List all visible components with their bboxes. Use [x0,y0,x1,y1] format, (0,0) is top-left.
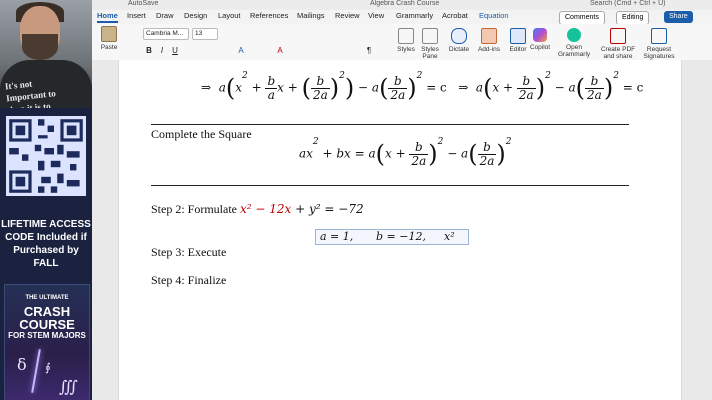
coeff-b: b = −12, [376,230,426,243]
step-2-line: Step 2: Formulate x² − 12x + y² = −72 [151,202,364,217]
lightning-decoration [31,349,41,393]
coeff-x2: x² [444,230,455,243]
title-bar: AutoSave Algebra Crash Course Search (Cm… [92,0,712,10]
editor-icon [510,28,526,44]
equation-input-box[interactable]: a = 1, b = −12, x² [315,229,469,245]
divider-bottom [151,185,629,186]
underline-button[interactable]: U [170,46,180,56]
font-color-button[interactable]: A [275,46,285,56]
home-ribbon: Paste Cambria M... 13 B I U A A ¶ Styles… [92,24,712,67]
styles-pane-button[interactable]: Styles Pane [419,28,441,60]
tab-layout[interactable]: Layout [218,11,241,20]
book-subtitle: THE ULTIMATE [25,295,69,301]
search-box[interactable]: Search (Cmd + Ctrl + U) [590,0,665,7]
editor-button[interactable]: Editor [508,28,528,53]
webcam-feed: It's not Important to than it is to [0,0,92,108]
divider-top [151,124,629,125]
bold-button[interactable]: B [144,46,154,56]
font-size-select[interactable]: 13 [192,28,218,40]
word-window: AutoSave Algebra Crash Course Search (Cm… [92,0,712,400]
styles-pane-icon [422,28,438,44]
share-button[interactable]: Share [664,11,693,23]
coeff-a: a = 1, [320,230,354,243]
paragraph-marks-button[interactable]: ¶ [364,46,374,56]
microphone-icon [451,28,467,44]
tab-references[interactable]: References [250,11,288,20]
comments-button[interactable]: Comments [559,11,605,25]
integral-symbol-icon: ∭ [59,377,78,396]
tab-draw[interactable]: Draw [156,11,174,20]
document-canvas: ⇒ a(x2 + bax + (b 2a)2) − a(b 2a)2 = c ⇒ a… [92,60,712,400]
book-cover: THE ULTIMATE CRASH COURSE FOR STEM MAJOR… [4,284,90,400]
book-title: CRASH COURSE [19,304,75,332]
formula-decoration-icon: ∮ [45,361,51,374]
request-signatures-button[interactable]: Request Signatures [640,28,678,60]
add-ins-button[interactable]: Add-ins [477,28,501,53]
book-tagline: FOR STEM MAJORS [8,331,86,340]
tab-insert[interactable]: Insert [127,11,146,20]
italic-button[interactable]: I [157,46,167,56]
step-4-label: Step 4: Finalize [151,273,227,287]
copilot-icon [533,28,547,42]
pdf-icon [610,28,626,44]
document-page[interactable]: ⇒ a(x2 + bax + (b 2a)2) − a(b 2a)2 = c ⇒ a… [118,60,682,400]
step-3-label: Step 3: Execute [151,245,227,259]
copilot-button[interactable]: Copilot [529,28,551,51]
tab-home[interactable]: Home [97,11,118,23]
tab-acrobat[interactable]: Acrobat [442,11,468,20]
qr-code-icon [6,116,86,196]
delta-symbol-icon: δ [17,355,27,374]
editing-button[interactable]: Editing [616,11,650,25]
clipboard-icon [101,26,117,42]
grammarly-icon [567,28,581,42]
tab-equation[interactable]: Equation [479,11,509,20]
text-effects-button[interactable]: A [236,46,246,56]
tab-design[interactable]: Design [184,11,207,20]
paste-button[interactable]: Paste [98,26,120,51]
document-title: Algebra Crash Course [370,0,440,7]
dictate-button[interactable]: Dictate [448,28,470,53]
promo-sidebar: It's not Important to than it is to LIFE… [0,0,92,400]
lifetime-access-promo: LIFETIME ACCESS CODE Included if Purchas… [1,219,91,269]
equation-line-1[interactable]: ⇒ a(x2 + bax + (b 2a)2) − a(b 2a)2 = c ⇒ a… [201,71,643,102]
heading-complete-square: Complete the Square [151,127,252,141]
tab-review[interactable]: Review [335,11,360,20]
equation-complete-square[interactable]: ax2 + bx = a(x + b 2a)2 − a(b 2a)2 [299,137,512,168]
tab-mailings[interactable]: Mailings [297,11,325,20]
step-2-highlight[interactable]: x² − 12x [240,202,291,216]
qr-code[interactable] [6,116,86,196]
tab-grammarly[interactable]: Grammarly [396,11,433,20]
tab-view[interactable]: View [368,11,384,20]
step-2-label: Step 2: Formulate [151,202,237,216]
styles-icon [398,28,414,44]
add-ins-icon [481,28,497,44]
step-2-rest[interactable]: + y² = −72 [291,202,363,216]
autosave-label[interactable]: AutoSave [128,0,158,7]
styles-button[interactable]: Styles [396,28,416,53]
open-grammarly-button[interactable]: Open Grammarly [558,28,590,58]
signature-icon [651,28,667,44]
presenter-beard [22,34,58,60]
font-family-select[interactable]: Cambria M... [143,28,189,40]
